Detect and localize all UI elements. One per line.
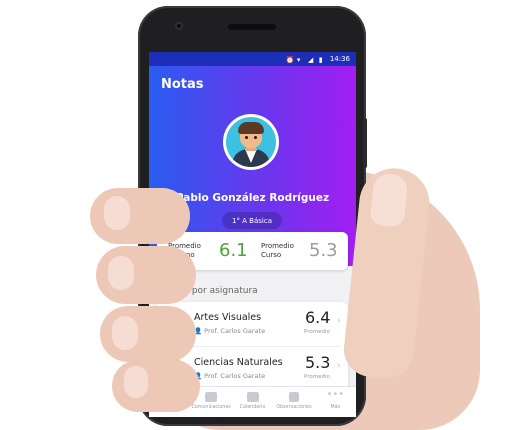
calendar-icon (246, 392, 259, 402)
course-average-value: 5.3 (309, 240, 338, 261)
signal-icon: ◢ (307, 55, 314, 64)
status-time: 14:36 (329, 55, 350, 63)
nav-calendario[interactable]: Calendario (232, 387, 273, 417)
document-icon (288, 392, 299, 402)
chat-icon (205, 392, 218, 402)
grade-level-badge: 1° A Básica (222, 212, 282, 229)
wifi-icon: ▾ (296, 55, 301, 64)
subject-name: Ciencias Naturales (194, 357, 283, 368)
teacher-name: 👤 Prof. Carlos Garate (194, 327, 266, 335)
status-bar: ⏰ ▾ ◢ ▮ 14:36 (149, 52, 356, 66)
student-average-value: 6.1 (219, 240, 248, 261)
subject-name: Artes Visuales (194, 312, 262, 323)
fingernail (124, 366, 148, 398)
phone-side-button (363, 118, 367, 168)
fingernail (104, 196, 130, 230)
subject-grade-label: Promedio (304, 374, 330, 380)
nav-observaciones[interactable]: Observaciones (273, 387, 314, 417)
alarm-icon: ⏰ (285, 55, 295, 64)
more-icon: ••• (326, 389, 345, 400)
fingernail (112, 316, 138, 350)
course-average-label: Promedio Curso (261, 242, 294, 259)
phone-camera (175, 22, 183, 30)
avatar-illustration (226, 117, 276, 167)
battery-icon: ▮ (318, 55, 323, 64)
nav-mas[interactable]: ••• Más (315, 387, 356, 417)
page-title: Notas (161, 77, 204, 92)
teacher-name: 👤 Prof. Carlos Garate (194, 372, 265, 380)
subject-grade: 5.3 (305, 353, 331, 372)
subject-grade-label: Promedio (304, 329, 330, 335)
subject-grade: 6.4 (305, 308, 331, 327)
chevron-right-icon: › (337, 361, 341, 371)
phone-speaker (228, 24, 276, 30)
fingernail (108, 256, 134, 290)
thumb-nail (369, 172, 409, 228)
chevron-right-icon: › (337, 316, 341, 326)
avatar (223, 114, 279, 170)
